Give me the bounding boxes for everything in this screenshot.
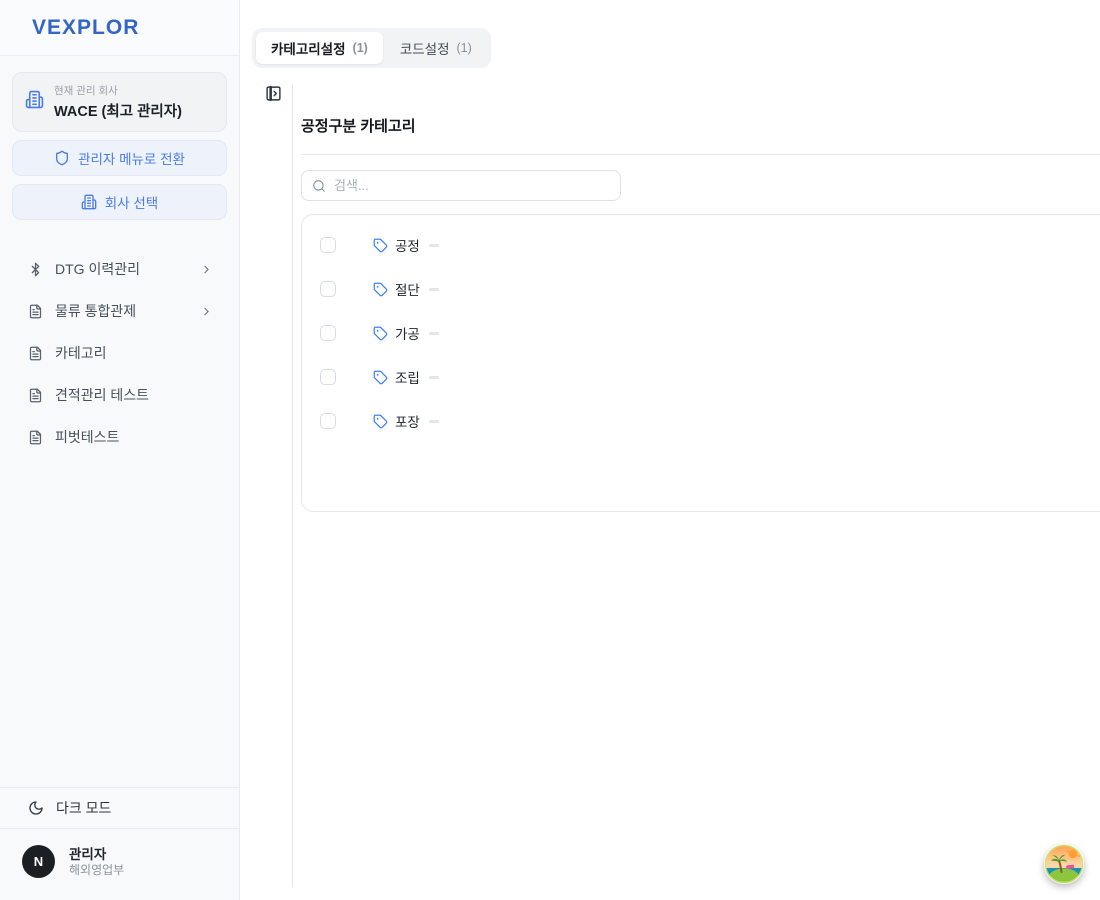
search-icon xyxy=(312,179,326,193)
tab-label: 카테고리설정 xyxy=(271,38,346,58)
sidebar-item-label: 카테고리 xyxy=(55,343,107,363)
category-item[interactable]: 포장 xyxy=(373,411,420,431)
panel-collapse-icon[interactable] xyxy=(265,85,282,102)
company-card-label: 현재 관리 회사 xyxy=(54,83,182,98)
category-checkbox[interactable] xyxy=(320,237,336,253)
file-icon xyxy=(28,304,43,319)
list-item: 가공 xyxy=(302,311,1100,355)
sidebar-item-category[interactable]: 카테고리 xyxy=(0,332,239,374)
user-profile[interactable]: N 관리자 해외영업부 xyxy=(0,829,239,900)
category-label: 공정 xyxy=(395,235,420,255)
vexplor-logo[interactable]: VEXPLOR xyxy=(32,16,139,40)
sidebar: VEXPLOR 현재 관리 회사 WACE (최고 관리자) 관리자 메뉴로 전… xyxy=(0,0,240,900)
tab-category-settings[interactable]: 카테고리설정 (1) xyxy=(256,32,383,64)
settings-tabbar: 카테고리설정 (1) 코드설정 (1) xyxy=(252,28,491,68)
switch-admin-menu-label: 관리자 메뉴로 전환 xyxy=(78,148,185,168)
file-icon xyxy=(28,430,43,445)
category-search xyxy=(301,170,621,201)
main-area: 카테고리설정 (1) 코드설정 (1) 공정구분 카테고리 xyxy=(240,0,1100,900)
category-dash xyxy=(429,288,439,291)
category-checkbox[interactable] xyxy=(320,413,336,429)
category-checkbox[interactable] xyxy=(320,281,336,297)
sidebar-item-logistics-control[interactable]: 물류 통합관제 xyxy=(0,290,239,332)
company-meta: 현재 관리 회사 WACE (최고 관리자) xyxy=(54,83,182,121)
sidebar-menu: DTG 이력관리 물류 통합관제 카테고리 xyxy=(0,248,239,458)
tag-icon xyxy=(373,326,388,341)
category-dash xyxy=(429,244,439,247)
category-item[interactable]: 공정 xyxy=(373,235,420,255)
tropical-island-icon xyxy=(1044,844,1084,884)
panel-title: 공정구분 카테고리 xyxy=(301,115,1100,136)
category-label: 포장 xyxy=(395,411,420,431)
company-name: WACE (최고 관리자) xyxy=(54,100,182,121)
category-dash xyxy=(429,332,439,335)
category-label: 가공 xyxy=(395,323,420,343)
tag-icon xyxy=(373,238,388,253)
sidebar-bottom: 다크 모드 N 관리자 해외영업부 xyxy=(0,787,239,900)
chevron-right-icon xyxy=(200,263,213,276)
switch-admin-menu-button[interactable]: 관리자 메뉴로 전환 xyxy=(12,140,227,176)
app-window: VEXPLOR 현재 관리 회사 WACE (최고 관리자) 관리자 메뉴로 전… xyxy=(0,0,1100,900)
list-item: 공정 xyxy=(302,223,1100,267)
building-icon xyxy=(25,90,44,114)
list-item: 조립 xyxy=(302,355,1100,399)
logo-area: VEXPLOR xyxy=(0,0,239,56)
sidebar-item-label: 견적관리 테스트 xyxy=(55,385,149,405)
building-icon xyxy=(81,194,97,210)
sidebar-item-label: 물류 통합관제 xyxy=(55,301,136,321)
sidebar-item-pivot-test[interactable]: 피벗테스트 xyxy=(0,416,239,458)
dark-mode-label: 다크 모드 xyxy=(56,798,111,818)
category-item[interactable]: 가공 xyxy=(373,323,420,343)
sidebar-item-quote-test[interactable]: 견적관리 테스트 xyxy=(0,374,239,416)
list-item: 절단 xyxy=(302,267,1100,311)
category-label: 절단 xyxy=(395,279,420,299)
category-dash xyxy=(429,420,439,423)
user-department: 해외영업부 xyxy=(69,863,124,878)
tab-label: 코드설정 xyxy=(400,38,450,58)
sidebar-item-label: DTG 이력관리 xyxy=(55,259,140,279)
file-icon xyxy=(28,346,43,361)
category-item[interactable]: 조립 xyxy=(373,367,420,387)
select-company-label: 회사 선택 xyxy=(105,192,158,212)
tag-icon xyxy=(373,414,388,429)
divider xyxy=(301,154,1100,155)
avatar: N xyxy=(22,845,55,878)
file-icon xyxy=(28,388,43,403)
list-item: 포장 xyxy=(302,399,1100,443)
user-info: 관리자 해외영업부 xyxy=(69,846,124,878)
shield-icon xyxy=(54,150,70,166)
sidebar-item-label: 피벗테스트 xyxy=(55,427,119,447)
tag-icon xyxy=(373,370,388,385)
category-item[interactable]: 절단 xyxy=(373,279,420,299)
dark-mode-toggle[interactable]: 다크 모드 xyxy=(0,787,239,829)
select-company-button[interactable]: 회사 선택 xyxy=(12,184,227,220)
tag-icon xyxy=(373,282,388,297)
category-dash xyxy=(429,376,439,379)
user-name: 관리자 xyxy=(69,846,124,863)
category-list-card: 공정 절단 xyxy=(301,214,1100,512)
category-checkbox[interactable] xyxy=(320,369,336,385)
search-input[interactable] xyxy=(334,178,610,193)
tab-count: (1) xyxy=(353,41,368,55)
chevron-right-icon xyxy=(200,305,213,318)
tropical-island-button[interactable] xyxy=(1044,844,1084,884)
category-panel: 공정구분 카테고리 공정 xyxy=(292,85,1100,887)
tab-code-settings[interactable]: 코드설정 (1) xyxy=(385,32,487,64)
tab-count: (1) xyxy=(457,41,472,55)
bluetooth-icon xyxy=(28,262,43,277)
category-checkbox[interactable] xyxy=(320,325,336,341)
sidebar-item-dtg-history[interactable]: DTG 이력관리 xyxy=(0,248,239,290)
category-label: 조립 xyxy=(395,367,420,387)
moon-icon xyxy=(28,800,44,816)
current-company-card: 현재 관리 회사 WACE (최고 관리자) xyxy=(12,72,227,132)
